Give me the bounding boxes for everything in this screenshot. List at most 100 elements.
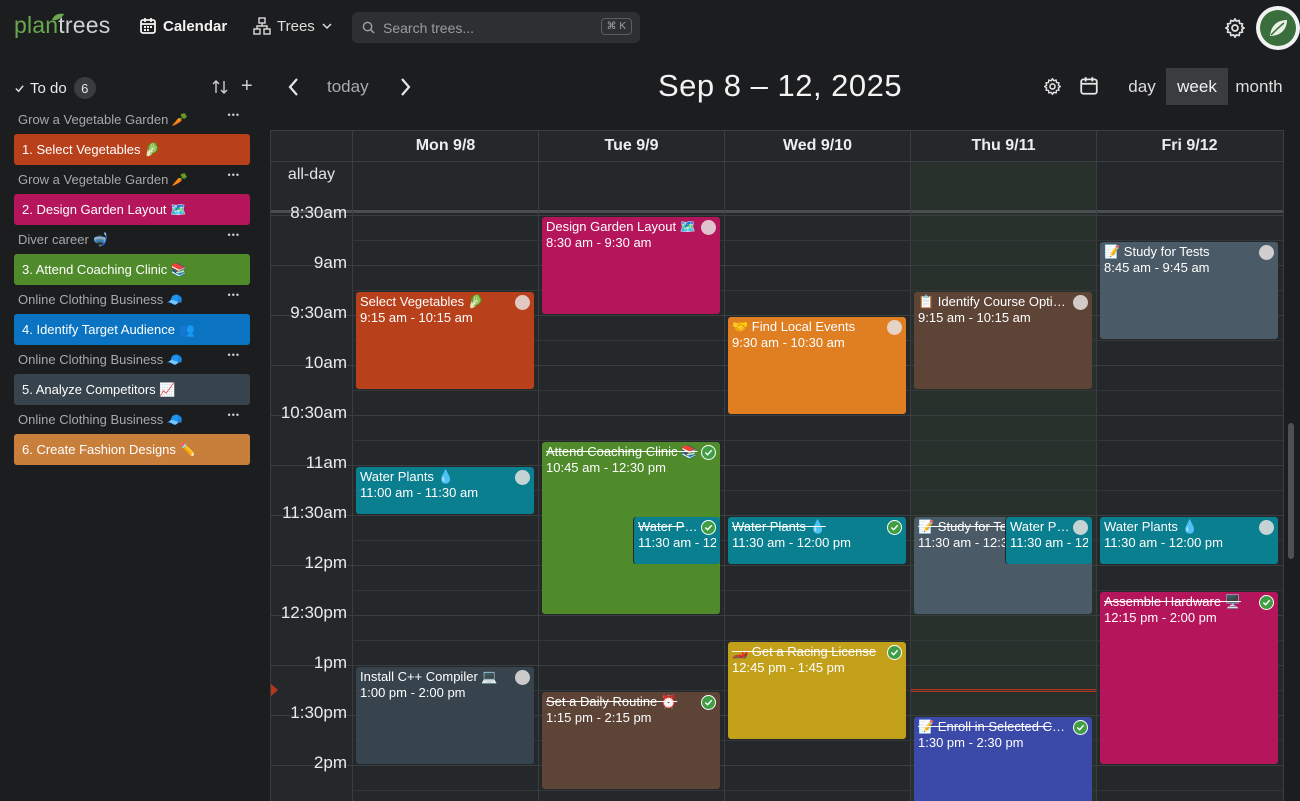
- search-icon: [362, 21, 375, 34]
- complete-toggle-icon[interactable]: [1073, 295, 1088, 310]
- task-parent-tree[interactable]: Online Clothing Business 🧢 •••: [14, 350, 250, 370]
- calendar-event[interactable]: Set a Daily Routine ⏰ 1:15 pm - 2:15 pm: [542, 692, 720, 789]
- event-time: 8:30 am - 9:30 am: [546, 235, 652, 250]
- completed-check-icon[interactable]: [887, 645, 902, 660]
- completed-check-icon[interactable]: [1073, 720, 1088, 735]
- complete-toggle-icon[interactable]: [515, 470, 530, 485]
- more-options-icon[interactable]: •••: [228, 230, 240, 240]
- event-title: Install C++ Compiler 💻: [360, 669, 498, 684]
- date-range-title: Sep 8 – 12, 2025: [658, 68, 903, 103]
- today-button[interactable]: today: [327, 77, 369, 97]
- more-options-icon[interactable]: •••: [228, 110, 240, 120]
- completed-check-icon[interactable]: [701, 695, 716, 710]
- nav-calendar[interactable]: Calendar: [139, 17, 227, 35]
- calendar-event[interactable]: Design Garden Layout 🗺️ 8:30 am - 9:30 am: [542, 217, 720, 314]
- time-label: 10am: [304, 353, 347, 372]
- checkmark-icon[interactable]: [14, 83, 25, 94]
- task-card[interactable]: 4. Identify Target Audience 👥: [14, 314, 250, 345]
- calendar-event[interactable]: Water Plants 💧11:30 am - 12:00 pm: [728, 517, 906, 564]
- settings-gear-icon[interactable]: [1224, 17, 1246, 39]
- task-title: 4. Identify Target Audience 👥: [22, 321, 195, 337]
- calendar-event[interactable]: 📝 Enroll in Selected Courses 1:30 pm - 2:…: [914, 717, 1092, 801]
- event-title: 📋 Identify Course Options: [918, 294, 1074, 309]
- day-column-header[interactable]: Thu 9/11: [910, 131, 1096, 161]
- complete-toggle-icon[interactable]: [887, 320, 902, 335]
- leaf-icon: [1270, 20, 1287, 36]
- view-day-button[interactable]: day: [1118, 68, 1166, 105]
- more-options-icon[interactable]: •••: [228, 170, 240, 180]
- all-day-row[interactable]: [271, 161, 1283, 211]
- day-column-header[interactable]: Fri 9/12: [1096, 131, 1282, 161]
- time-label: 1:30pm: [290, 703, 347, 722]
- next-week-button[interactable]: [397, 76, 413, 98]
- view-month-button[interactable]: month: [1228, 68, 1290, 105]
- calendar-event[interactable]: 📝 Study for Tests 8:45 am - 9:45 am: [1100, 242, 1278, 339]
- event-title: Water Plants 💧: [732, 519, 826, 534]
- event-title: 📝 Enroll in Selected Courses: [918, 719, 1088, 734]
- avatar-leaf-badge: [1260, 10, 1296, 46]
- calendar-event[interactable]: Water Plants 💧11:30 am - 12:00 pm: [1100, 517, 1278, 564]
- task-parent-tree[interactable]: Diver career 🤿 •••: [14, 230, 250, 250]
- time-slot-line: [271, 465, 1283, 466]
- calendar-event[interactable]: Water Plants 💧 11:00 am - 11:30 am: [356, 467, 534, 514]
- calendar-event[interactable]: Water Plants 💧11:30 am - 12:00 pm: [634, 517, 720, 564]
- calendar-settings-icon[interactable]: [1043, 77, 1062, 96]
- task-card[interactable]: 1. Select Vegetables 🥬: [14, 134, 250, 165]
- complete-toggle-icon[interactable]: [515, 670, 530, 685]
- complete-toggle-icon[interactable]: [701, 220, 716, 235]
- event-time: 9:15 am - 10:15 am: [918, 310, 1031, 325]
- more-options-icon[interactable]: •••: [228, 350, 240, 360]
- view-week-button[interactable]: week: [1166, 68, 1228, 105]
- date-picker-icon[interactable]: [1079, 76, 1099, 96]
- task-parent-tree[interactable]: Grow a Vegetable Garden 🥕 •••: [14, 170, 250, 190]
- search-bar[interactable]: Search trees... ⌘ K: [352, 12, 640, 43]
- user-avatar[interactable]: [1256, 6, 1300, 50]
- event-title: Water Plants 💧: [1104, 519, 1198, 534]
- task-card[interactable]: 5. Analyze Competitors 📈: [14, 374, 250, 405]
- completed-check-icon[interactable]: [887, 520, 902, 535]
- calendar-event[interactable]: Select Vegetables 🥬 9:15 am - 10:15 am: [356, 292, 534, 389]
- day-column-header[interactable]: Wed 9/10: [724, 131, 910, 161]
- complete-toggle-icon[interactable]: [1073, 520, 1088, 535]
- calendar-event[interactable]: Water Plants 💧11:30 am - 12:00 pm: [1006, 517, 1092, 564]
- column-divider: [910, 161, 911, 801]
- event-title: Attend Coaching Clinic 📚: [546, 444, 698, 459]
- day-column-header[interactable]: Tue 9/9: [538, 131, 724, 161]
- day-column-header[interactable]: Mon 9/8: [352, 131, 538, 161]
- more-options-icon[interactable]: •••: [228, 410, 240, 420]
- todo-title: To do: [30, 79, 67, 97]
- complete-toggle-icon[interactable]: [1259, 245, 1274, 260]
- nav-trees[interactable]: Trees: [253, 17, 333, 35]
- task-title: 5. Analyze Competitors 📈: [22, 381, 176, 397]
- event-time: 11:30 am - 12:00 pm: [638, 535, 716, 550]
- calendar-event[interactable]: 📋 Identify Course Options 9:15 am - 10:15…: [914, 292, 1092, 389]
- calendar-event[interactable]: 🏎️ Get a Racing License 12:45 pm - 1:45 p…: [728, 642, 906, 739]
- task-parent-tree[interactable]: Online Clothing Business 🧢 •••: [14, 410, 250, 430]
- search-shortcut-badge: ⌘ K: [600, 18, 632, 35]
- time-label: 1pm: [313, 653, 347, 672]
- completed-check-icon[interactable]: [701, 520, 716, 535]
- task-parent-tree[interactable]: Online Clothing Business 🧢 •••: [14, 290, 250, 310]
- task-parent-tree[interactable]: Grow a Vegetable Garden 🥕 •••: [14, 110, 250, 130]
- calendar-event[interactable]: Install C++ Compiler 💻 1:00 pm - 2:00 pm: [356, 667, 534, 764]
- today-column-highlight: [911, 161, 1097, 801]
- task-card[interactable]: 3. Attend Coaching Clinic 📚: [14, 254, 250, 285]
- sort-icon[interactable]: [212, 79, 228, 95]
- time-label: 11am: [305, 453, 347, 472]
- nav-trees-label: Trees: [277, 17, 315, 35]
- more-options-icon[interactable]: •••: [228, 290, 240, 300]
- calendar-event[interactable]: 🤝 Find Local Events 9:30 am - 10:30 am: [728, 317, 906, 414]
- time-label: 2pm: [313, 753, 347, 772]
- task-group: Grow a Vegetable Garden 🥕 ••• 1. Select Ve…: [14, 110, 250, 165]
- task-card[interactable]: 6. Create Fashion Designs ✏️: [14, 434, 250, 465]
- completed-check-icon[interactable]: [1259, 595, 1274, 610]
- add-task-button[interactable]: +: [241, 75, 253, 98]
- task-card[interactable]: 2. Design Garden Layout 🗺️: [14, 194, 250, 225]
- calendar-scrollbar[interactable]: [1288, 423, 1294, 559]
- calendar-event[interactable]: Assemble Hardware 🖥️ 12:15 pm - 2:00 pm: [1100, 592, 1278, 764]
- previous-week-button[interactable]: [286, 76, 302, 98]
- current-time-marker-icon: [271, 684, 278, 696]
- complete-toggle-icon[interactable]: [1259, 520, 1274, 535]
- complete-toggle-icon[interactable]: [515, 295, 530, 310]
- completed-check-icon[interactable]: [701, 445, 716, 460]
